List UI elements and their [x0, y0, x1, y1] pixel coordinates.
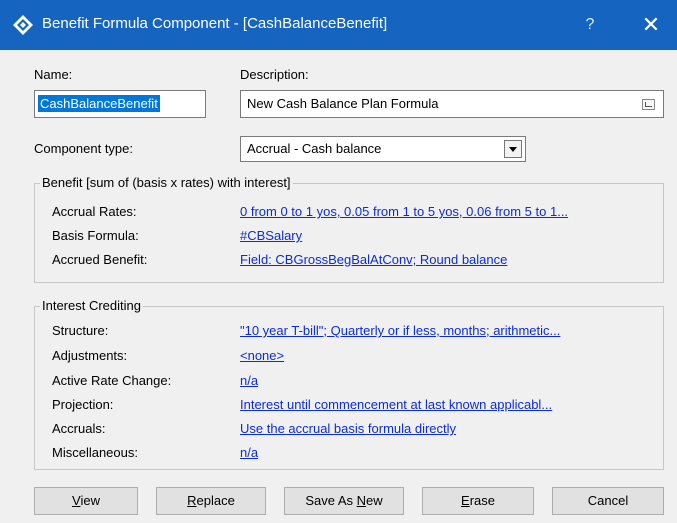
- description-label: Description:: [240, 67, 309, 82]
- accruals-label: Accruals:: [52, 421, 106, 436]
- structure-label: Structure:: [52, 323, 109, 338]
- save-as-new-button-label-start: Save As: [305, 493, 357, 508]
- cancel-button[interactable]: Cancel: [552, 487, 664, 515]
- replace-button-label: eplace: [196, 493, 235, 508]
- active-rate-change-link[interactable]: n/a: [240, 373, 258, 388]
- name-input[interactable]: CashBalanceBenefit: [34, 90, 206, 118]
- close-button[interactable]: ✕: [636, 10, 666, 40]
- accrual-rates-label: Accrual Rates:: [52, 204, 137, 219]
- accrual-rates-link[interactable]: 0 from 0 to 1 yos, 0.05 from 1 to 5 yos,…: [240, 204, 568, 219]
- component-type-value: Accrual - Cash balance: [247, 141, 382, 156]
- title-bar: Benefit Formula Component - [CashBalance…: [0, 0, 677, 50]
- expand-icon[interactable]: [642, 99, 655, 110]
- accrued-benefit-label: Accrued Benefit:: [52, 252, 148, 267]
- save-as-new-button-label-end: ew: [366, 493, 383, 508]
- adjustments-label: Adjustments:: [52, 348, 128, 363]
- save-as-new-button[interactable]: Save As New: [284, 487, 404, 515]
- interest-crediting-title: Interest Crediting: [40, 298, 143, 313]
- component-type-select[interactable]: Accrual - Cash balance: [240, 136, 526, 162]
- miscellaneous-link[interactable]: n/a: [240, 445, 258, 460]
- projection-link[interactable]: Interest until commencement at last know…: [240, 397, 552, 412]
- window-title: Benefit Formula Component - [CashBalance…: [42, 15, 388, 32]
- replace-button-mnemonic: R: [187, 493, 197, 508]
- miscellaneous-label: Miscellaneous:: [52, 445, 138, 460]
- adjustments-link[interactable]: <none>: [240, 348, 284, 363]
- accruals-link[interactable]: Use the accrual basis formula directly: [240, 421, 456, 436]
- erase-button-mnemonic: E: [461, 493, 470, 508]
- benefit-group-title: Benefit [sum of (basis x rates) with int…: [40, 175, 293, 190]
- save-as-new-button-mnemonic: N: [356, 493, 367, 508]
- replace-button[interactable]: Replace: [156, 487, 266, 515]
- structure-link[interactable]: "10 year T-bill"; Quarterly or if less, …: [240, 323, 560, 338]
- name-value: CashBalanceBenefit: [38, 95, 160, 112]
- name-label: Name:: [34, 67, 73, 82]
- projection-label: Projection:: [52, 397, 114, 412]
- view-button[interactable]: View: [34, 487, 138, 515]
- description-input[interactable]: New Cash Balance Plan Formula: [240, 90, 664, 118]
- erase-button-label: rase: [469, 493, 495, 508]
- basis-formula-link[interactable]: #CBSalary: [240, 228, 302, 243]
- erase-button[interactable]: Erase: [422, 487, 534, 515]
- help-button[interactable]: ?: [578, 12, 602, 38]
- app-logo-icon: [13, 15, 33, 35]
- view-button-label: iew: [80, 493, 100, 508]
- basis-formula-label: Basis Formula:: [52, 228, 139, 243]
- chevron-down-icon[interactable]: [504, 140, 522, 158]
- component-type-label: Component type:: [34, 141, 134, 156]
- accrued-benefit-link[interactable]: Field: CBGrossBegBalAtConv; Round balanc…: [240, 252, 507, 267]
- active-rate-change-label: Active Rate Change:: [52, 373, 172, 388]
- description-value: New Cash Balance Plan Formula: [247, 96, 439, 111]
